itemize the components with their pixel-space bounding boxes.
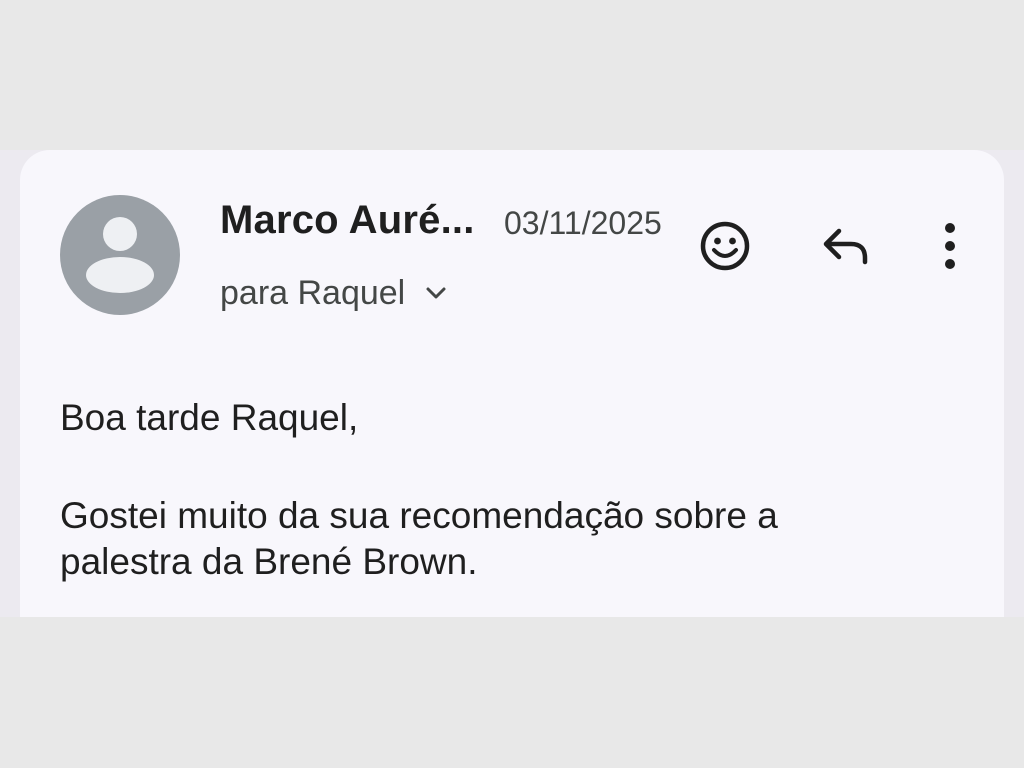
recipient-details-toggle[interactable]: para Raquel — [220, 273, 449, 313]
emoji-smile-icon — [700, 221, 750, 271]
reply-button[interactable] — [818, 218, 874, 274]
sender-name[interactable]: Marco Auré... — [220, 198, 475, 243]
person-icon-head — [103, 217, 137, 251]
more-vert-icon — [945, 223, 955, 269]
email-date: 03/11/2025 — [504, 205, 662, 241]
reply-icon — [823, 228, 868, 265]
add-reaction-button[interactable] — [697, 218, 753, 274]
email-body-line: palestra da Brené Brown. — [60, 541, 478, 582]
email-body-line: Gostei muito da sua recomendação sobre a — [60, 495, 778, 536]
person-icon-body — [86, 257, 154, 293]
chevron-down-icon — [423, 280, 449, 306]
sender-avatar[interactable] — [60, 195, 180, 315]
screen: Marco Auré... 03/11/2025 para Raquel Boa… — [0, 0, 1024, 768]
recipient-label: para Raquel — [220, 273, 406, 312]
email-greeting: Boa tarde Raquel, — [60, 397, 359, 438]
more-options-button[interactable] — [928, 218, 972, 274]
